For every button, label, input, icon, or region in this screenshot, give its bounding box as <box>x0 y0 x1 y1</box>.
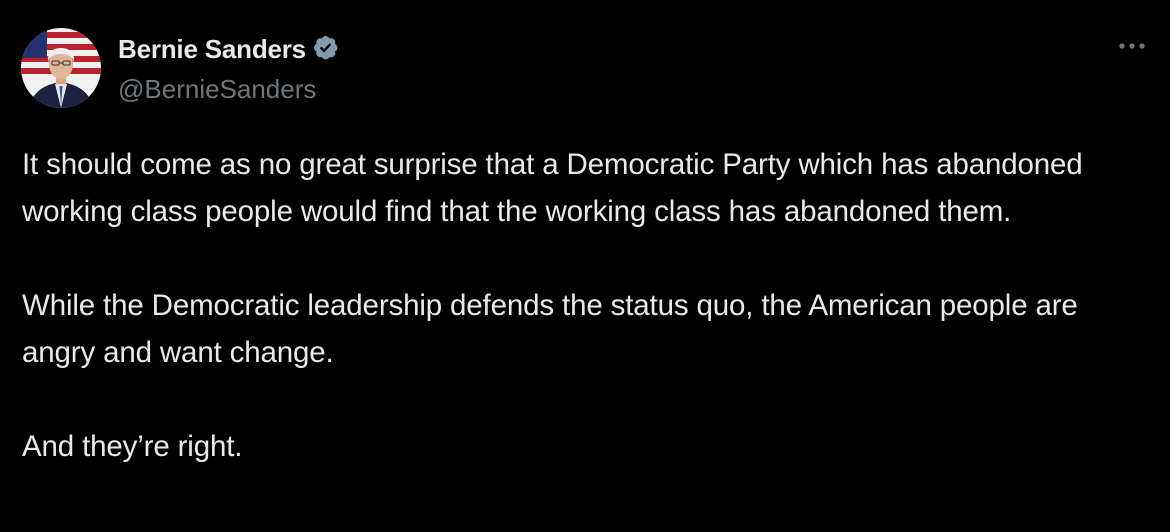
tweet-text: It should come as no great surprise that… <box>22 141 1142 470</box>
avatar-image <box>21 28 101 108</box>
author-handle[interactable]: @BernieSanders <box>118 74 316 105</box>
tweet-paragraph: And they’re right. <box>22 430 243 463</box>
author-name-row: Bernie Sanders <box>118 33 342 65</box>
tweet-paragraph: It should come as no great surprise that… <box>22 148 1083 228</box>
more-options-button[interactable] <box>1114 32 1150 60</box>
verified-badge-icon[interactable] <box>312 34 342 64</box>
tweet-paragraph: While the Democratic leadership defends … <box>22 289 1078 369</box>
author-display-name[interactable]: Bernie Sanders <box>118 34 306 65</box>
tweet-card: Bernie Sanders @BernieSanders It should … <box>0 0 1170 532</box>
more-options-icon <box>1119 43 1145 49</box>
author-avatar[interactable] <box>21 28 101 108</box>
